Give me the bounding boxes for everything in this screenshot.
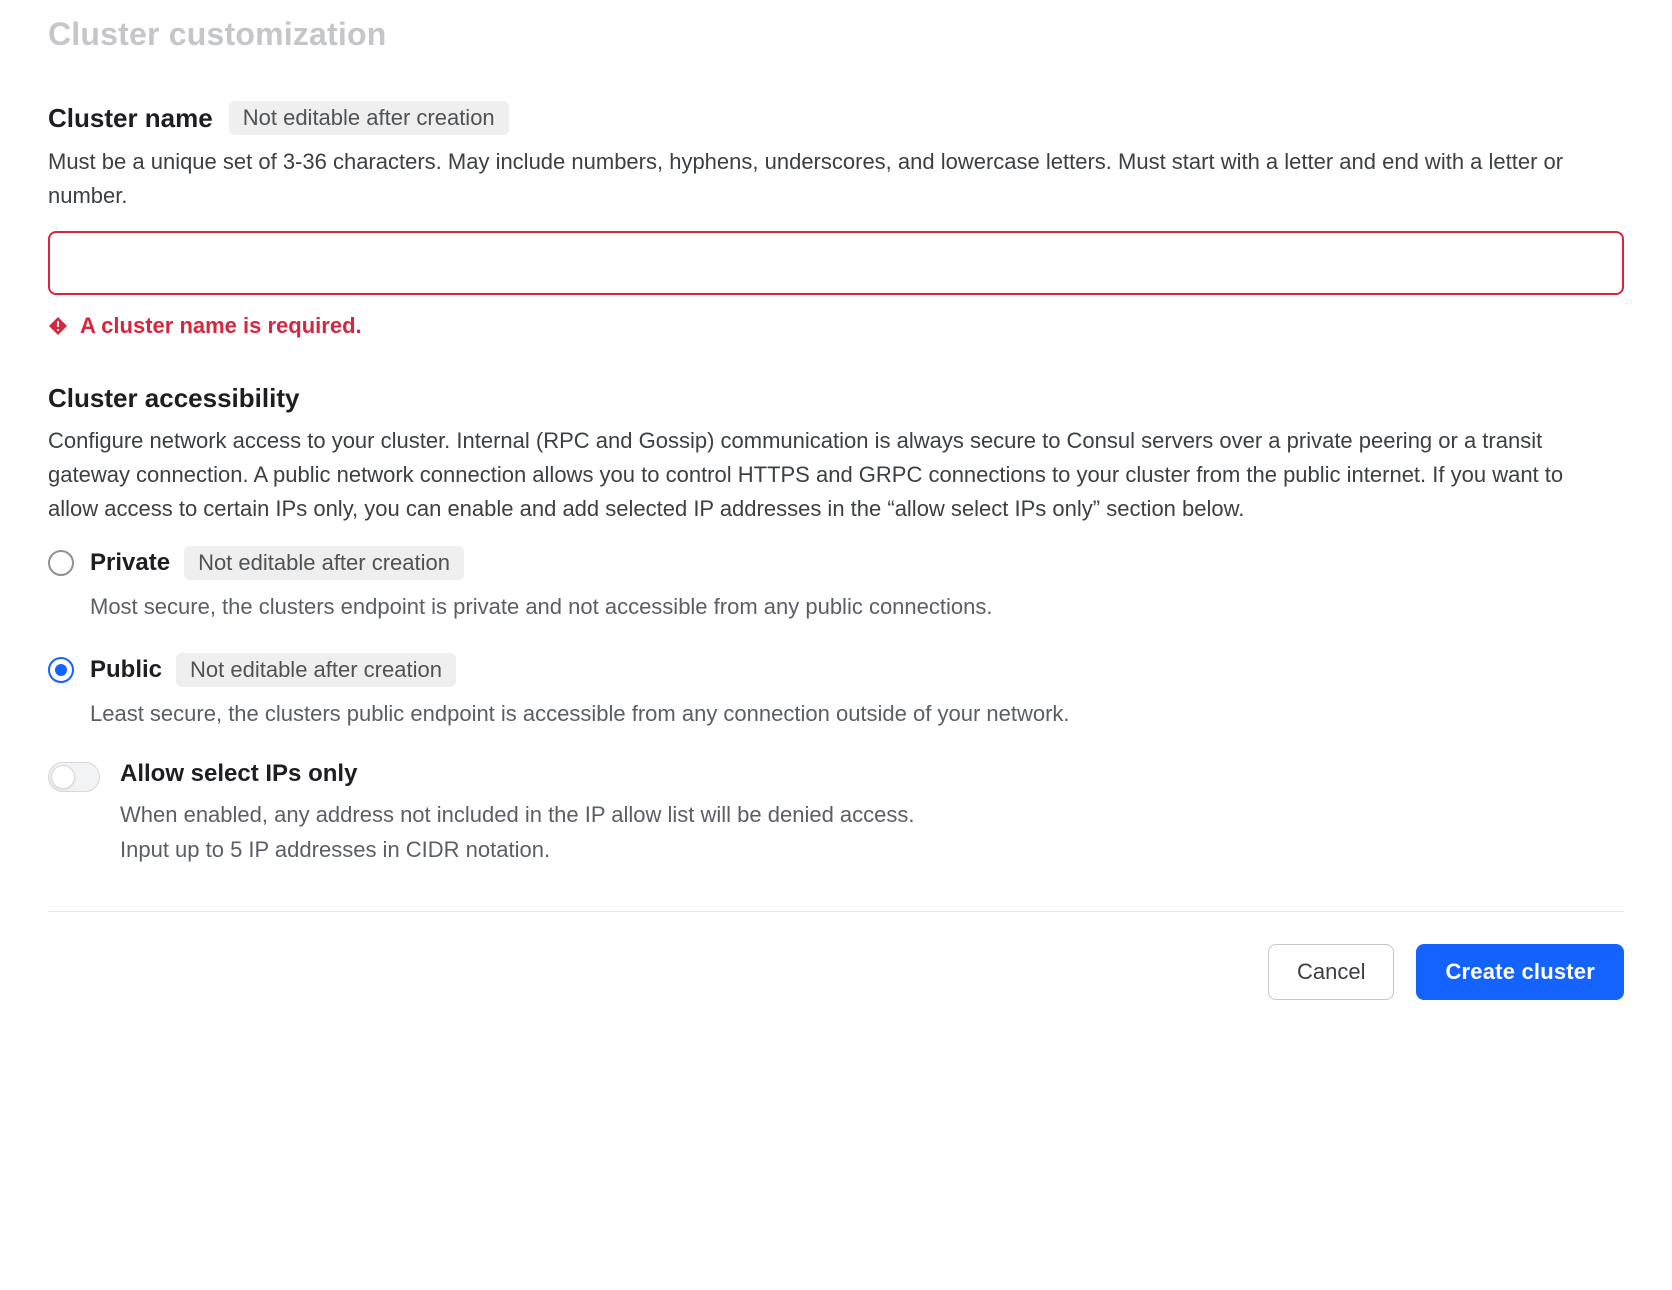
section-accessibility: Cluster accessibility Configure network … — [48, 383, 1624, 866]
create-cluster-button[interactable]: Create cluster — [1416, 944, 1624, 1000]
page-title: Cluster customization — [48, 16, 1624, 53]
radio-option-public[interactable]: Public Not editable after creation Least… — [48, 653, 1624, 730]
option-private-pill: Not editable after creation — [184, 546, 464, 580]
option-private-desc: Most secure, the clusters endpoint is pr… — [90, 590, 992, 623]
cluster-name-input[interactable] — [48, 231, 1624, 295]
divider — [48, 911, 1624, 912]
option-public-title: Public — [90, 656, 162, 684]
accessibility-label: Cluster accessibility — [48, 383, 299, 414]
option-public-pill: Not editable after creation — [176, 653, 456, 687]
radio-icon — [48, 550, 74, 576]
cluster-name-error: A cluster name is required. — [80, 313, 362, 339]
option-public-desc: Least secure, the clusters public endpoi… — [90, 697, 1070, 730]
allow-ips-title: Allow select IPs only — [120, 760, 915, 788]
section-cluster-name: Cluster name Not editable after creation… — [48, 101, 1624, 339]
option-private-title: Private — [90, 549, 170, 577]
allow-ips-toggle[interactable] — [48, 762, 100, 792]
allow-ips-desc-line2: Input up to 5 IP addresses in CIDR notat… — [120, 833, 915, 867]
cluster-name-pill: Not editable after creation — [229, 101, 509, 135]
cluster-name-label: Cluster name — [48, 103, 213, 134]
cluster-name-help: Must be a unique set of 3-36 characters.… — [48, 145, 1588, 213]
footer-actions: Cancel Create cluster — [48, 944, 1624, 1000]
toggle-knob-icon — [51, 765, 75, 789]
allow-ips-desc-line1: When enabled, any address not included i… — [120, 798, 915, 832]
radio-option-private[interactable]: Private Not editable after creation Most… — [48, 546, 1624, 623]
error-icon — [48, 316, 68, 336]
radio-icon — [48, 657, 74, 683]
cancel-button[interactable]: Cancel — [1268, 944, 1394, 1000]
accessibility-help: Configure network access to your cluster… — [48, 424, 1588, 526]
